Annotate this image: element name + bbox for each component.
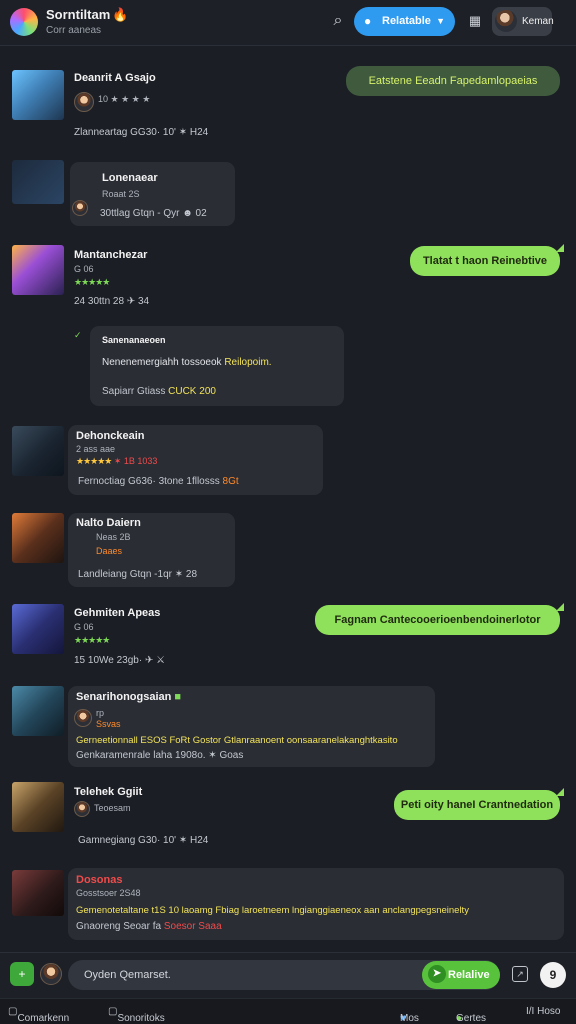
message-bubble[interactable]: Fagnam Cantecooerioenbendoinerlotor <box>315 605 560 635</box>
profile-icon[interactable]: 9 <box>540 962 566 988</box>
app-header: Sorntiltam 🔥 Corr aaneas ⌕ ● Relatable ▼ … <box>0 0 576 46</box>
user-menu[interactable]: Keman <box>492 7 554 36</box>
entry-meta: G 06 <box>74 264 94 274</box>
avatar <box>74 709 92 727</box>
nav-item[interactable]: ▢ Sonoritoks <box>108 1006 165 1024</box>
bottom-nav: ▢ Comarkenn ▢ Sonoritoks ♥ Mos ● Gertes … <box>0 998 576 1024</box>
entry-title: Sanenanaeoen <box>102 335 166 345</box>
entry-title: Nalto Daiern <box>76 517 141 529</box>
fire-icon: 🔥 <box>112 7 129 22</box>
entry-title: Gehmiten Apeas <box>74 607 161 619</box>
send-icon: ➤ <box>428 965 446 983</box>
game-thumbnail[interactable] <box>12 782 64 832</box>
grid-icon[interactable]: ▦ <box>466 11 484 31</box>
send-button[interactable]: ➤ Relalive <box>422 961 500 989</box>
bubble-tail <box>556 244 564 252</box>
entry-meta: rp <box>96 708 105 718</box>
game-thumbnail[interactable] <box>12 513 64 563</box>
attach-icon[interactable]: + <box>10 962 34 986</box>
entry-stats: Sapiarr Gtiass CUCK 200 <box>102 386 216 397</box>
entry-stats: Gamnegiang G30· 10' ✶ H24 <box>78 835 209 846</box>
entry-title: Deanrit A Gsajo <box>74 72 156 84</box>
entry-meta: Gosstsoer 2S48 <box>76 888 141 898</box>
game-thumbnail[interactable] <box>12 870 64 916</box>
entry-title: Telehek Ggiit <box>74 786 143 798</box>
game-thumbnail[interactable] <box>12 426 64 476</box>
avatar <box>72 200 88 216</box>
app-logo[interactable] <box>10 8 38 36</box>
entry-title: Dehonckeain <box>76 430 145 442</box>
entry-title: Senarihonogsaian ■ <box>76 691 182 703</box>
message-bubble[interactable]: Eatstene Eeadn Fapedamlopaeias <box>346 66 560 96</box>
entry-stats: Fernoctiag G636· 3tone 1fllosss 8Gt <box>78 476 239 487</box>
message-bubble[interactable]: Peti oity haneI Crantnedation <box>394 790 560 820</box>
message-bubble[interactable]: Tlatat t haon Reinebtive <box>410 246 560 276</box>
entry-sub: Daaes <box>96 546 123 556</box>
game-thumbnail[interactable] <box>12 160 64 204</box>
entry-title: Mantanchezar <box>74 249 148 261</box>
entry-stats: Genkaramenrale laha 1908o. ✶ Goas <box>76 750 244 761</box>
search-icon[interactable]: ⌕ <box>327 10 349 32</box>
app-title: Sorntiltam 🔥 <box>46 7 129 22</box>
entry-text: Nenenemergiahh tossoeok Reilopoim. <box>102 357 272 368</box>
entry-text: Gemenotetaltane t1S 10 laoamg Fbiag laro… <box>76 905 469 916</box>
nav-item[interactable]: ▢ Comarkenn <box>8 1006 69 1024</box>
entry-stats: Gnaoreng Seoar fa Soesor Saaa <box>76 921 222 932</box>
app-subtitle: Corr aaneas <box>46 25 102 36</box>
rating-stars: ★★★★★ <box>74 635 110 645</box>
expand-icon[interactable]: ↗ <box>512 966 528 982</box>
entry-stats: 15 10We 23gb· ✈ ⚔ <box>74 655 166 666</box>
entry-meta: 2 ass aae <box>76 444 116 454</box>
avatar[interactable] <box>40 963 62 985</box>
entry-stats: 24 30ttn 28 ✈ 34 <box>74 296 150 307</box>
entry-title: Lonenaear <box>102 172 158 184</box>
chat-icon: ● <box>364 14 372 28</box>
avatar <box>74 92 94 112</box>
avatar <box>495 10 517 32</box>
bubble-tail <box>556 603 564 611</box>
relatable-button[interactable]: ● Relatable ▼ <box>354 7 455 36</box>
entry-stats: Zlanneartag GG30· 10' ✶ H24 <box>74 127 209 138</box>
entry-title: Dosonas <box>76 874 123 886</box>
check-icon: ✓ <box>74 330 82 340</box>
entry-sub: Ssvas <box>96 719 121 729</box>
entry-stats: Landleiang Gtqn -1qr ✶ 28 <box>78 569 198 580</box>
entry-stats: 30ttlag Gtqn - Qyr ☻ 02 <box>100 208 207 219</box>
nav-item[interactable]: I/I Hoso <box>526 1006 560 1017</box>
game-thumbnail[interactable] <box>12 70 64 120</box>
rating-stars: ★★★★★ <box>74 277 110 287</box>
rating-stars: ★★★★★ ✶ 1B 1033 <box>76 456 158 466</box>
entry-text: Gerneetionnall ESOS FoRt Gostor Gtlanraa… <box>76 735 398 746</box>
avatar <box>74 801 90 817</box>
game-thumbnail[interactable] <box>12 604 64 654</box>
chevron-down-icon: ▼ <box>436 16 445 26</box>
game-thumbnail[interactable] <box>12 245 64 295</box>
entry-meta: Roaat 2S <box>102 189 140 199</box>
bubble-tail <box>556 788 564 796</box>
entry-meta: 10 ★ ★ ★ ★ <box>98 94 151 104</box>
entry-meta: Neas 2B <box>96 532 131 542</box>
entry-meta: G 06 <box>74 622 94 632</box>
game-thumbnail[interactable] <box>12 686 64 736</box>
entry-meta: Teoesam <box>94 803 131 813</box>
